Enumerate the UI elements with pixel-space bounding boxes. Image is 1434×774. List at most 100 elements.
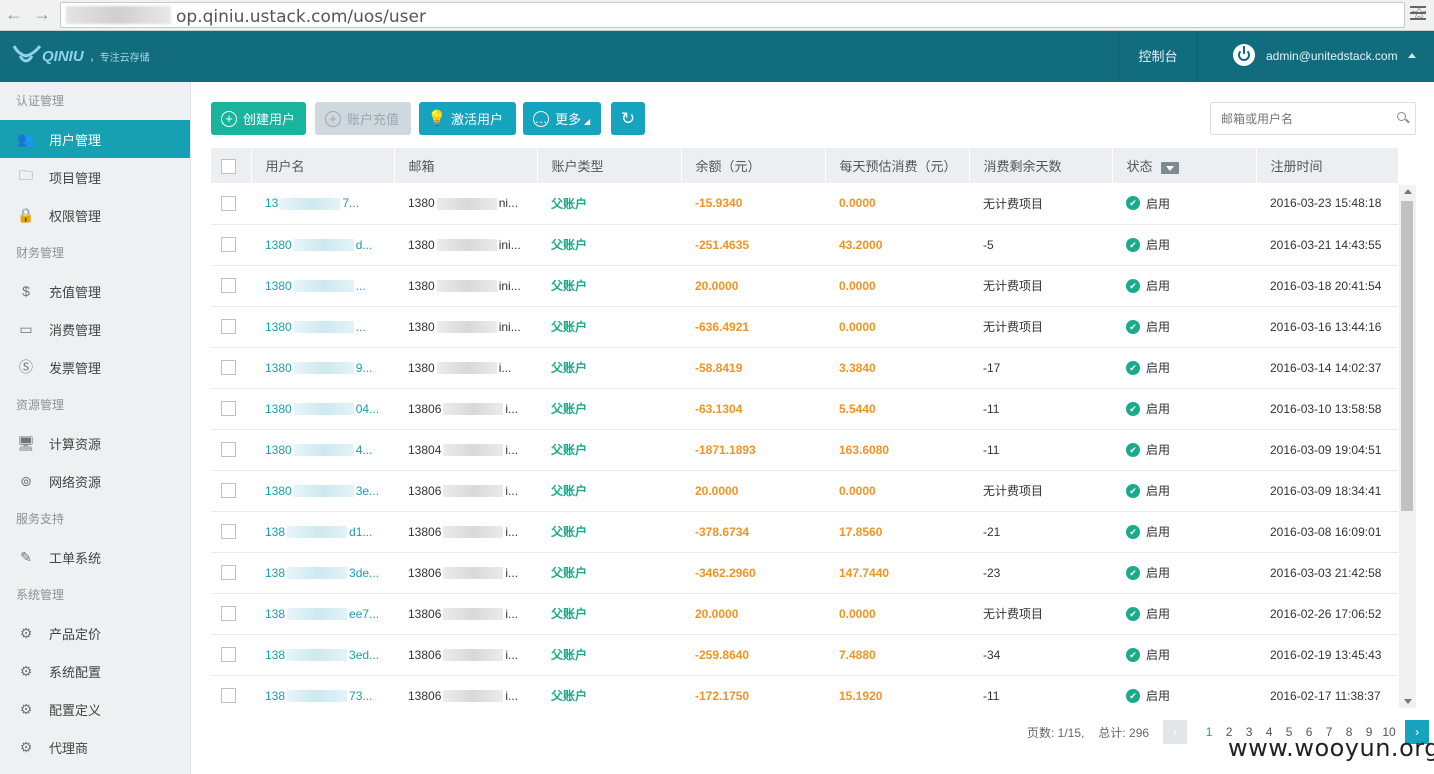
username-prefix: 138	[265, 688, 286, 703]
sidebar-item-pricing[interactable]: ⚙ 产品定价	[0, 614, 190, 652]
search-icon[interactable]	[1397, 112, 1406, 121]
coin-icon: Ⓢ	[19, 359, 33, 375]
sidebar-item-projects[interactable]: 🗀 项目管理	[0, 158, 190, 196]
header-username[interactable]: 用户名	[251, 148, 395, 183]
sidebar-item-recharge[interactable]: $ 充值管理	[0, 272, 190, 310]
sidebar-item-config-definition[interactable]: ⚙ 配置定义	[0, 690, 190, 728]
row-checkbox[interactable]	[221, 688, 236, 704]
sidebar-item-permissions[interactable]: 🔒 权限管理	[0, 196, 190, 234]
sidebar-item-invoices[interactable]: Ⓢ 发票管理	[0, 348, 190, 386]
sidebar-item-tickets[interactable]: ✎ 工单系统	[0, 538, 190, 576]
header-remaining-days[interactable]: 消费剩余天数	[969, 148, 1113, 183]
activate-user-button[interactable]: 💡 激活用户	[419, 102, 516, 135]
search-input[interactable]	[1211, 103, 1381, 134]
username-cell[interactable]: 138 73...	[251, 675, 394, 708]
row-checkbox[interactable]	[221, 483, 236, 499]
account-type-cell: 父账户	[537, 470, 681, 512]
sidebar-item-consumption[interactable]: ▭ 消费管理	[0, 310, 190, 348]
select-all-checkbox[interactable]	[221, 158, 236, 174]
table-row[interactable]: 138 73... 13806 i... 父账户 -172.1750 15.1920 -11 ✔…	[211, 675, 1398, 708]
username-prefix: 1380	[265, 360, 292, 375]
status-badge: ✔ 启用	[1126, 687, 1170, 704]
table-row[interactable]: 13 7... 1380 ni... 父账户 -15.9340 0.0000 无计费项目 ✔ 启用…	[211, 183, 1398, 225]
header-register-time[interactable]: 注册时间	[1256, 148, 1399, 183]
username-suffix: 3de...	[349, 565, 380, 580]
table-row[interactable]: 1380 d... 1380 ini... 父账户 -251.4635 43.2000 -5 ✔…	[211, 224, 1398, 266]
scroll-down-icon[interactable]	[1404, 699, 1412, 704]
row-checkbox[interactable]	[221, 442, 236, 458]
header-balance[interactable]: 余额（元）	[681, 148, 826, 183]
table-row[interactable]: 138 3ed... 13806 i... 父账户 -259.8640 7.4880 -34 ✔…	[211, 634, 1398, 676]
row-select-cell	[211, 511, 251, 553]
search-box[interactable]	[1210, 102, 1416, 135]
row-checkbox[interactable]	[221, 278, 236, 294]
scrollbar-thumb[interactable]	[1401, 201, 1413, 511]
email-cell: 13806 i...	[394, 552, 537, 594]
back-arrow-icon[interactable]: ←	[4, 4, 24, 24]
header-status[interactable]: 状态	[1112, 148, 1257, 183]
username-cell[interactable]: 138 d1...	[251, 511, 394, 553]
logo[interactable]: QINIU ，专注云存储	[12, 43, 150, 69]
more-button[interactable]: … 更多 ◢	[523, 102, 601, 135]
sidebar-item-users[interactable]: 👥 用户管理	[0, 120, 190, 158]
sidebar-item-agents[interactable]: ⚙ 代理商	[0, 728, 190, 766]
row-checkbox[interactable]	[221, 524, 236, 540]
prev-page-button[interactable]: ‹	[1163, 720, 1188, 744]
header-email[interactable]: 邮箱	[394, 148, 538, 183]
balance-cell: -251.4635	[681, 224, 825, 266]
username-cell[interactable]: 138 3ed...	[251, 634, 394, 676]
row-checkbox[interactable]	[221, 606, 236, 622]
header-account-type[interactable]: 账户类型	[537, 148, 682, 183]
user-menu-caret-icon[interactable]	[1408, 53, 1416, 58]
username-cell[interactable]: 1380 4...	[251, 429, 394, 471]
sidebar-item-compute[interactable]: 🖥 计算资源	[0, 424, 190, 462]
row-checkbox[interactable]	[221, 565, 236, 581]
console-link[interactable]: 控制台	[1118, 31, 1198, 82]
table-row[interactable]: 1380 3e... 13806 i... 父账户 20.0000 0.0000 无计费项目 ✔…	[211, 470, 1398, 512]
table-row[interactable]: 1380... 1380 ini... 父账户 -636.4921 0.0000 无计费项目…	[211, 306, 1398, 348]
refresh-button[interactable]: ↻	[611, 102, 645, 135]
row-checkbox[interactable]	[221, 647, 236, 663]
sidebar-item-system-config[interactable]: ⚙ 系统配置	[0, 652, 190, 690]
username-cell[interactable]: 1380 04...	[251, 388, 394, 430]
scroll-up-icon[interactable]	[1404, 189, 1412, 194]
status-badge: ✔ 启用	[1126, 400, 1170, 417]
header-daily-cost[interactable]: 每天预估消费（元）	[825, 148, 970, 183]
row-checkbox[interactable]	[221, 237, 236, 253]
user-menu[interactable]: admin@unitedstack.com	[1266, 31, 1398, 82]
create-user-button[interactable]: + 创建用户	[211, 102, 306, 135]
select-all-cell	[211, 148, 252, 183]
sidebar-item-network[interactable]: ⊚ 网络资源	[0, 462, 190, 500]
username-cell[interactable]: 1380...	[251, 265, 394, 307]
table-row[interactable]: 138 ee7... 13806 i... 父账户 20.0000 0.0000 无计费项目 ✔…	[211, 593, 1398, 635]
page-number[interactable]: 1	[1199, 725, 1219, 739]
table-row[interactable]: 1380 4... 13804 i... 父账户 -1871.1893 163.6080 -1…	[211, 429, 1398, 471]
power-icon[interactable]	[1233, 44, 1255, 66]
username-cell[interactable]: 138 3de...	[251, 552, 394, 594]
status-filter-icon[interactable]	[1160, 161, 1179, 174]
browser-menu-icon[interactable]	[1410, 6, 1426, 20]
username-cell[interactable]: 13 7...	[251, 183, 394, 225]
username-cell[interactable]: 1380...	[251, 306, 394, 348]
username-cell[interactable]: 138 ee7...	[251, 593, 394, 635]
table-row[interactable]: 138 d1... 13806 i... 父账户 -378.6734 17.8560 -21 ✔…	[211, 511, 1398, 553]
address-bar[interactable]: op.qiniu.ustack.com/uos/user	[60, 2, 1405, 28]
username-cell[interactable]: 1380 9...	[251, 347, 394, 389]
table-row[interactable]: 138 3de... 13806 i... 父账户 -3462.2960 147.7440-…	[211, 552, 1398, 594]
row-checkbox[interactable]	[221, 360, 236, 376]
table-row[interactable]: 1380 9... 1380 i... 父账户 -58.8419 3.3840 -17 ✔ 启用 2…	[211, 347, 1398, 389]
recharge-button[interactable]: + 账户充值	[315, 102, 411, 135]
username-cell[interactable]: 1380 d...	[251, 224, 394, 266]
table-row[interactable]: 1380 04... 13806 i... 父账户 -63.1304 5.5440 -11 ✔ 启…	[211, 388, 1398, 430]
remaining-days-cell: 无计费项目	[969, 593, 1112, 635]
forward-arrow-icon[interactable]: →	[32, 4, 52, 24]
row-checkbox[interactable]	[221, 401, 236, 417]
check-circle-icon: ✔	[1126, 237, 1140, 252]
row-checkbox[interactable]	[221, 195, 236, 211]
table-row[interactable]: 1380... 1380 ini... 父账户 20.0000 0.0000 无计费项目 ✔ 启…	[211, 265, 1398, 307]
row-checkbox[interactable]	[221, 319, 236, 335]
table-scrollbar[interactable]	[1399, 185, 1416, 708]
username-prefix: 1380	[265, 442, 292, 457]
header-status-label: 状态	[1126, 159, 1153, 174]
username-cell[interactable]: 1380 3e...	[251, 470, 394, 512]
